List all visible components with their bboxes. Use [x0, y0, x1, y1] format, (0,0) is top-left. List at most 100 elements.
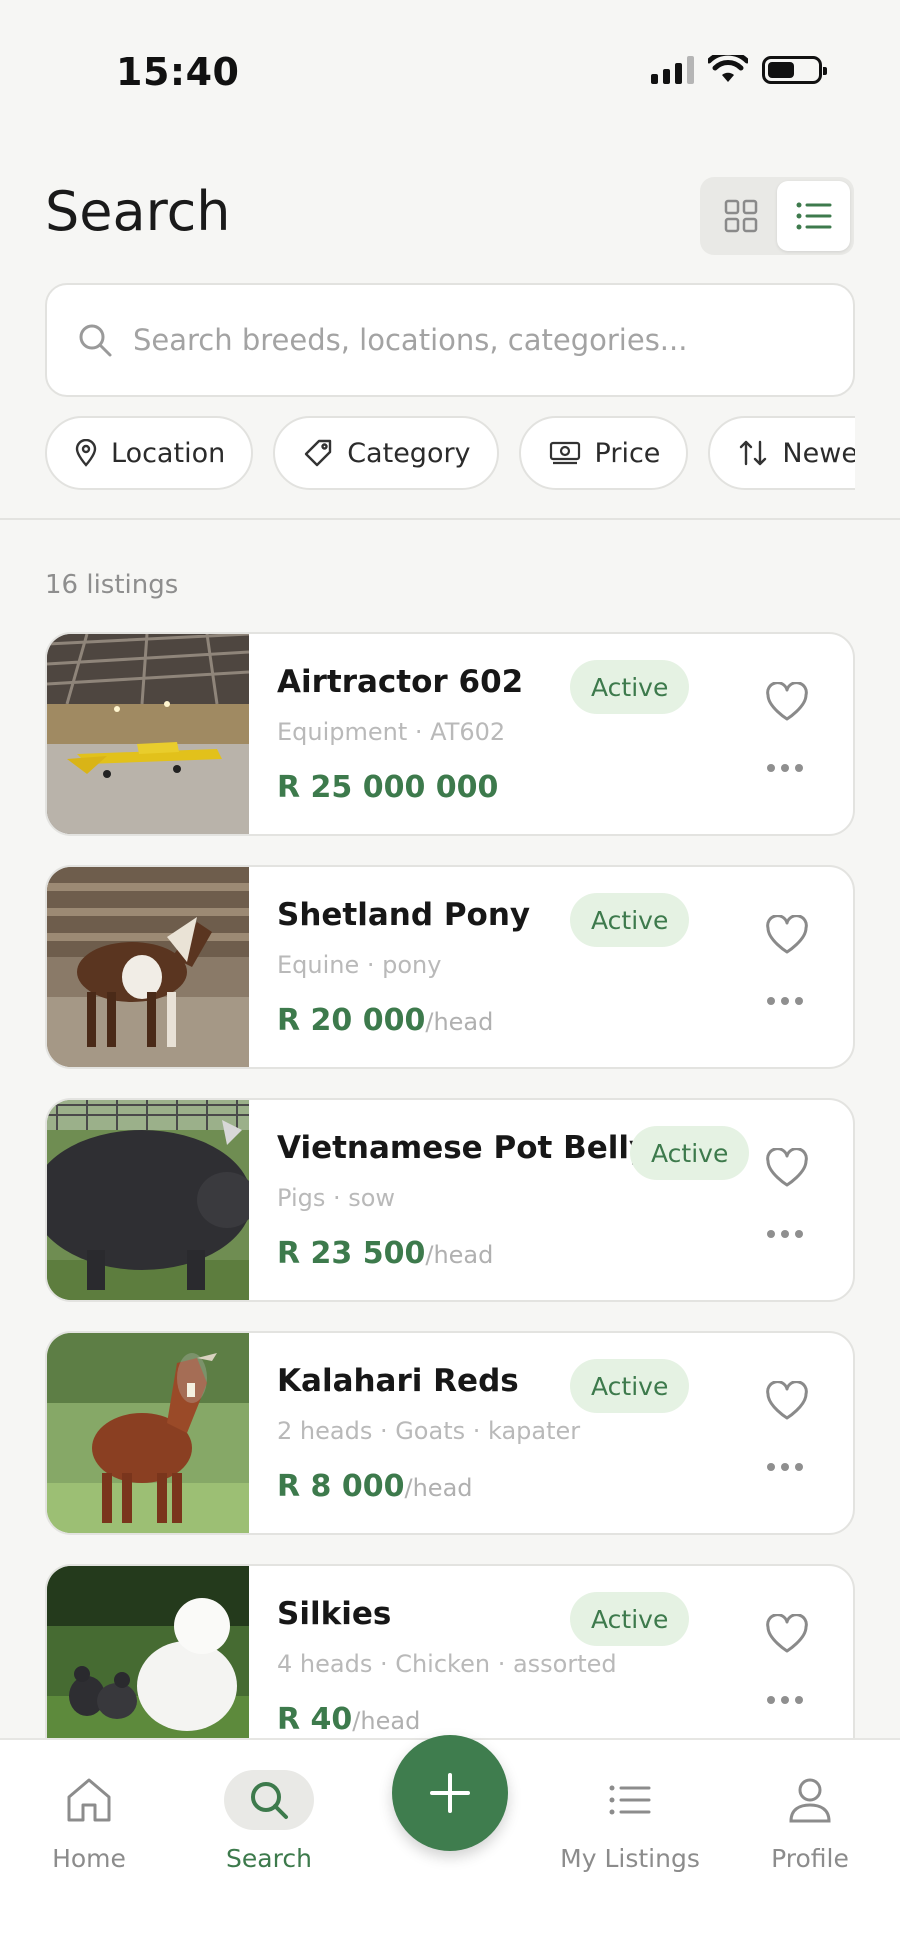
user-icon — [789, 1778, 831, 1823]
filter-chips: Location Category Price Newest first — [45, 416, 855, 492]
status-badge: Active — [570, 1592, 690, 1646]
banknote-icon — [549, 441, 580, 465]
pony-photo — [47, 867, 249, 1067]
more-options-icon[interactable] — [767, 1696, 803, 1704]
price-unit: /head — [425, 1241, 494, 1269]
plus-icon — [430, 1773, 470, 1813]
list-icon — [609, 1785, 651, 1815]
pig-photo — [47, 1100, 249, 1300]
search-bar — [45, 283, 855, 397]
listing-price: R 23 500/head — [277, 1236, 493, 1271]
price-value: R 23 500 — [277, 1236, 426, 1271]
wifi-icon — [708, 55, 748, 82]
filter-category-chip[interactable]: Category — [273, 416, 499, 490]
status-time: 15:40 — [116, 50, 240, 94]
listing-image — [47, 1566, 249, 1738]
sort-chip[interactable]: Newest first — [708, 416, 855, 490]
listing-card[interactable]: Silkies Active 4 heads · Chicken · assor… — [45, 1564, 855, 1738]
heart-icon[interactable] — [765, 915, 809, 955]
listing-price: R 8 000/head — [277, 1469, 473, 1504]
status-badge: Active — [570, 1359, 690, 1413]
filter-price-chip[interactable]: Price — [518, 416, 689, 490]
listing-title: Kalahari Reds — [277, 1363, 519, 1399]
listing-title: Vietnamese Pot Belly — [277, 1130, 650, 1166]
listing-image — [47, 1333, 249, 1533]
listing-subtitle: Pigs · sow — [277, 1184, 396, 1212]
more-options-icon[interactable] — [767, 1230, 803, 1238]
listing-title: Silkies — [277, 1596, 392, 1632]
listing-price: R 40/head — [277, 1702, 420, 1737]
chicken-photo — [47, 1566, 249, 1738]
goat-photo — [47, 1333, 249, 1533]
listing-subtitle: 2 heads · Goats · kapater — [277, 1417, 581, 1445]
price-value: R 8 000 — [277, 1469, 405, 1504]
nav-my-listings-icon-wrap — [585, 1770, 675, 1830]
filter-category-label: Category — [347, 437, 471, 469]
more-options-icon[interactable] — [767, 1463, 803, 1471]
price-unit: /head — [425, 1008, 494, 1036]
search-input[interactable] — [133, 323, 833, 357]
header-divider — [0, 518, 900, 520]
add-listing-button[interactable] — [392, 1735, 508, 1851]
more-options-icon[interactable] — [767, 764, 803, 772]
sort-icon — [740, 440, 767, 466]
nav-profile-icon-wrap — [765, 1770, 855, 1830]
nav-search-icon-wrap — [224, 1770, 314, 1830]
listing-subtitle: 4 heads · Chicken · assorted — [277, 1650, 617, 1678]
page-title: Search — [45, 180, 231, 243]
status-icons — [651, 55, 827, 85]
listing-image — [47, 867, 249, 1067]
listings-list: Airtractor 602 Active Equipment · AT602 … — [45, 632, 855, 1738]
filter-location-chip[interactable]: Location — [45, 416, 254, 490]
nav-profile-label: Profile — [771, 1844, 849, 1873]
listing-card[interactable]: Kalahari Reds Active 2 heads · Goats · k… — [45, 1331, 855, 1535]
listing-price: R 25 000 000 — [277, 770, 498, 805]
price-value: R 20 000 — [277, 1003, 426, 1038]
battery-icon — [762, 56, 827, 84]
listing-subtitle: Equipment · AT602 — [277, 718, 506, 746]
nav-home-label: Home — [52, 1844, 126, 1873]
map-pin-icon — [75, 439, 97, 467]
nav-home-icon-wrap — [44, 1770, 134, 1830]
more-options-icon[interactable] — [767, 997, 803, 1005]
cellular-signal-icon — [651, 56, 694, 84]
price-value: R 25 000 000 — [277, 770, 499, 805]
listing-card[interactable]: Vietnamese Pot Belly Active Pigs · sow R… — [45, 1098, 855, 1302]
aircraft-hangar-photo — [47, 634, 249, 834]
list-icon — [796, 202, 831, 230]
tag-icon — [305, 439, 332, 467]
listing-title: Airtractor 602 — [277, 664, 524, 700]
grid-icon — [724, 199, 757, 233]
search-icon — [251, 1782, 288, 1819]
nav-my-listings-label: My Listings — [560, 1844, 700, 1873]
filter-price-label: Price — [594, 437, 661, 469]
heart-icon[interactable] — [765, 682, 809, 722]
heart-icon[interactable] — [765, 1148, 809, 1188]
status-badge: Active — [630, 1126, 750, 1180]
heart-icon[interactable] — [765, 1381, 809, 1421]
price-unit: /head — [404, 1474, 473, 1502]
heart-icon[interactable] — [765, 1614, 809, 1654]
price-unit: /head — [352, 1707, 421, 1735]
search-icon — [79, 324, 112, 357]
listing-image — [47, 1100, 249, 1300]
listing-card[interactable]: Airtractor 602 Active Equipment · AT602 … — [45, 632, 855, 836]
list-view-button[interactable] — [777, 181, 850, 251]
nav-search-label: Search — [226, 1844, 312, 1873]
listing-image — [47, 634, 249, 834]
home-icon — [67, 1778, 111, 1822]
results-count: 16 listings — [45, 570, 179, 600]
status-badge: Active — [570, 893, 690, 947]
nav-profile[interactable]: Profile — [735, 1770, 885, 1873]
nav-my-listings[interactable]: My Listings — [555, 1770, 705, 1873]
grid-view-button[interactable] — [704, 181, 777, 251]
price-value: R 40 — [277, 1702, 353, 1737]
nav-home[interactable]: Home — [14, 1770, 164, 1873]
listing-title: Shetland Pony — [277, 897, 531, 933]
nav-search[interactable]: Search — [194, 1770, 344, 1873]
status-bar: 15:40 — [0, 0, 900, 150]
sort-label: Newest first — [782, 437, 855, 469]
listing-card[interactable]: Shetland Pony Active Equine · pony R 20 … — [45, 865, 855, 1069]
listing-subtitle: Equine · pony — [277, 951, 442, 979]
filter-location-label: Location — [111, 437, 226, 469]
